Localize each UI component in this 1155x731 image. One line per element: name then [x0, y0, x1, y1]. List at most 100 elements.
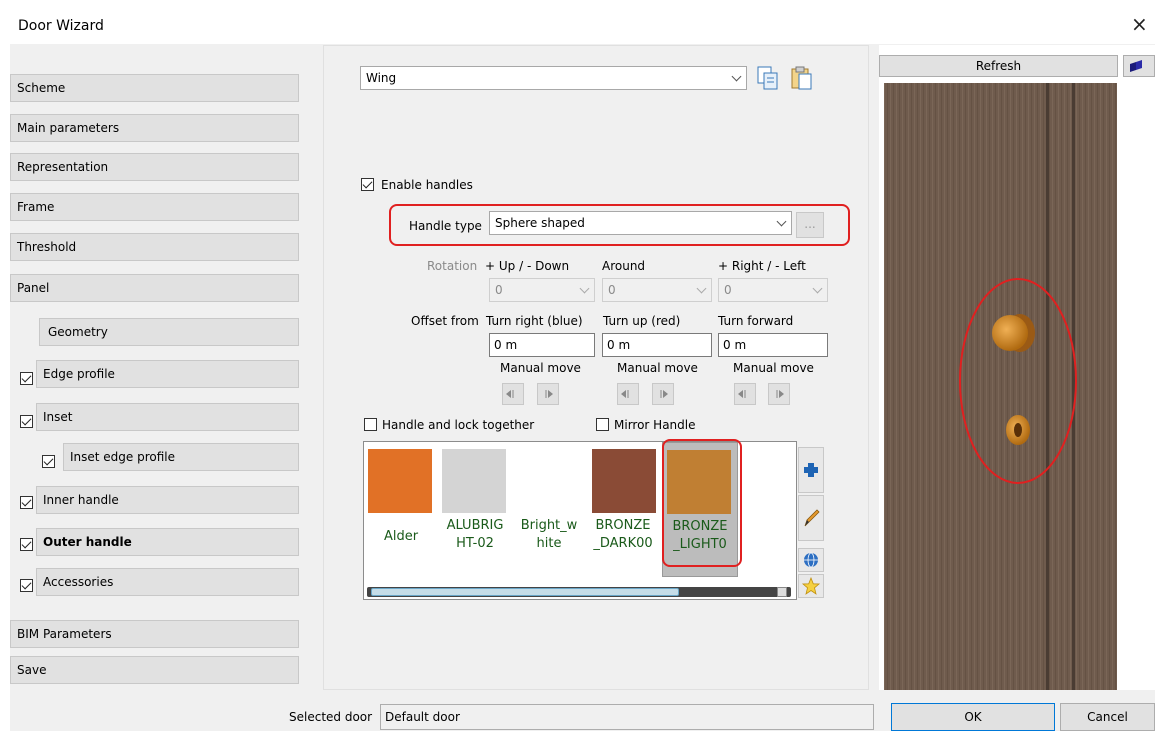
move-right-button[interactable]	[652, 383, 674, 405]
rotation-right-left-value: 0	[724, 283, 732, 297]
window-title: Door Wizard	[18, 18, 104, 34]
cube-icon[interactable]	[1123, 55, 1155, 77]
rotation-around-value: 0	[608, 283, 616, 297]
sidebar-item-inset[interactable]: Inset	[36, 403, 299, 431]
material-swatch	[442, 449, 506, 513]
chevron-down-icon	[731, 71, 742, 82]
move-right-button[interactable]	[537, 383, 559, 405]
material-swatch	[592, 449, 656, 513]
offset-label: Offset from	[411, 314, 479, 328]
close-icon[interactable]: ×	[1131, 12, 1148, 36]
rotation-up-down-select[interactable]: 0	[489, 278, 595, 302]
ok-button[interactable]: OK	[891, 703, 1055, 731]
chevron-down-icon	[812, 283, 823, 294]
sidebar-item-outer-handle[interactable]: Outer handle	[36, 528, 299, 556]
preview-margin	[1117, 83, 1155, 690]
globe-icon[interactable]	[798, 548, 824, 572]
panel-divider	[313, 45, 323, 690]
star-icon[interactable]	[798, 574, 824, 598]
handle-type-value: Sphere shaped	[495, 216, 585, 230]
sidebar-item-edge-profile[interactable]: Edge profile	[36, 360, 299, 388]
material-swatch	[516, 449, 580, 513]
sidebar-item-inset-edge-profile[interactable]: Inset edge profile	[63, 443, 299, 471]
move-left-button[interactable]	[502, 383, 524, 405]
material-item[interactable]: ALUBRIG HT-02	[438, 442, 514, 577]
selected-material-highlight	[662, 439, 742, 567]
accessories-checkbox[interactable]	[20, 579, 33, 592]
offset-right-input[interactable]: 0 m	[489, 333, 595, 357]
material-item[interactable]: Alder	[364, 442, 440, 577]
part-select[interactable]: Wing	[360, 66, 747, 90]
sidebar-item-geometry[interactable]: Geometry	[39, 318, 299, 346]
material-name-2: HT-02	[456, 536, 494, 551]
offset-up-input[interactable]: 0 m	[602, 333, 712, 357]
manual-move-label: Manual move	[733, 361, 814, 375]
sidebar-item-panel[interactable]: Panel	[10, 274, 299, 302]
plus-icon[interactable]	[798, 447, 824, 493]
material-scrollbar[interactable]	[367, 587, 791, 597]
scrollbar-thumb[interactable]	[371, 588, 679, 596]
handle-type-select[interactable]: Sphere shaped	[489, 211, 792, 235]
sidebar-item-main-parameters[interactable]: Main parameters	[10, 114, 299, 142]
copy-icon[interactable]	[754, 64, 782, 92]
material-item[interactable]: Bright_w hite	[512, 442, 588, 577]
rotation-right-left-header: + Right / - Left	[718, 259, 806, 273]
sidebar-item-inner-handle[interactable]: Inner handle	[36, 486, 299, 514]
handle-lock-together-checkbox[interactable]	[364, 418, 377, 431]
move-left-button[interactable]	[734, 383, 756, 405]
handle-type-label: Handle type	[409, 219, 482, 233]
handle-lock-together-label: Handle and lock together	[382, 418, 535, 432]
mirror-handle-checkbox[interactable]	[596, 418, 609, 431]
sidebar-item-representation[interactable]: Representation	[10, 153, 299, 181]
scrollbar-end[interactable]	[777, 587, 787, 597]
manual-move-label: Manual move	[617, 361, 698, 375]
inner-handle-checkbox[interactable]	[20, 496, 33, 509]
material-name-2: _DARK00	[593, 536, 653, 551]
sidebar-item-bim-parameters[interactable]: BIM Parameters	[10, 620, 299, 648]
material-swatch	[368, 449, 432, 513]
part-select-value: Wing	[366, 71, 397, 85]
outer-handle-checkbox[interactable]	[20, 538, 33, 551]
move-right-button[interactable]	[768, 383, 790, 405]
mirror-handle-label: Mirror Handle	[614, 418, 696, 432]
rotation-around-header: Around	[602, 259, 646, 273]
rotation-up-down-value: 0	[495, 283, 503, 297]
pencil-icon[interactable]	[798, 495, 824, 541]
move-left-button[interactable]	[617, 383, 639, 405]
offset-forward-input[interactable]: 0 m	[718, 333, 828, 357]
material-name-2: hite	[536, 536, 562, 551]
rotation-right-left-select[interactable]: 0	[718, 278, 828, 302]
rotation-label: Rotation	[427, 259, 478, 273]
edge-profile-checkbox[interactable]	[20, 372, 33, 385]
manual-move-label: Manual move	[500, 361, 581, 375]
enable-handles-checkbox[interactable]	[361, 178, 374, 191]
chevron-down-icon	[776, 216, 787, 227]
rotation-around-select[interactable]: 0	[602, 278, 712, 302]
chevron-down-icon	[696, 283, 707, 294]
rotation-up-down-header: + Up / - Down	[485, 259, 570, 273]
refresh-button[interactable]: Refresh	[879, 55, 1118, 77]
handle-type-more-button[interactable]: ...	[796, 212, 824, 238]
sidebar-item-threshold[interactable]: Threshold	[10, 233, 299, 261]
sidebar-item-frame[interactable]: Frame	[10, 193, 299, 221]
sidebar-item-scheme[interactable]: Scheme	[10, 74, 299, 102]
paste-icon[interactable]	[788, 64, 816, 92]
sidebar-item-accessories[interactable]: Accessories	[36, 568, 299, 596]
offset-forward-header: Turn forward	[718, 314, 794, 328]
cancel-button[interactable]: Cancel	[1060, 703, 1155, 731]
material-item[interactable]: BRONZE _DARK00	[586, 442, 662, 577]
material-name-2: Alder	[383, 529, 419, 544]
material-name-1: Bright_w	[520, 518, 578, 533]
preview-divider	[869, 45, 879, 690]
inset-edge-profile-checkbox[interactable]	[42, 455, 55, 468]
material-name-1: BRONZE	[595, 518, 651, 533]
inset-checkbox[interactable]	[20, 415, 33, 428]
offset-up-header: Turn up (red)	[603, 314, 681, 328]
selected-door-field[interactable]: Default door	[380, 704, 874, 730]
sidebar-item-save[interactable]: Save	[10, 656, 299, 684]
door-preview	[884, 83, 1117, 690]
sidebar: Scheme Main parameters Representation Fr…	[10, 45, 313, 690]
material-name-1: ALUBRIG	[446, 518, 504, 533]
selected-door-label: Selected door	[289, 710, 373, 724]
offset-right-header: Turn right (blue)	[486, 314, 583, 328]
